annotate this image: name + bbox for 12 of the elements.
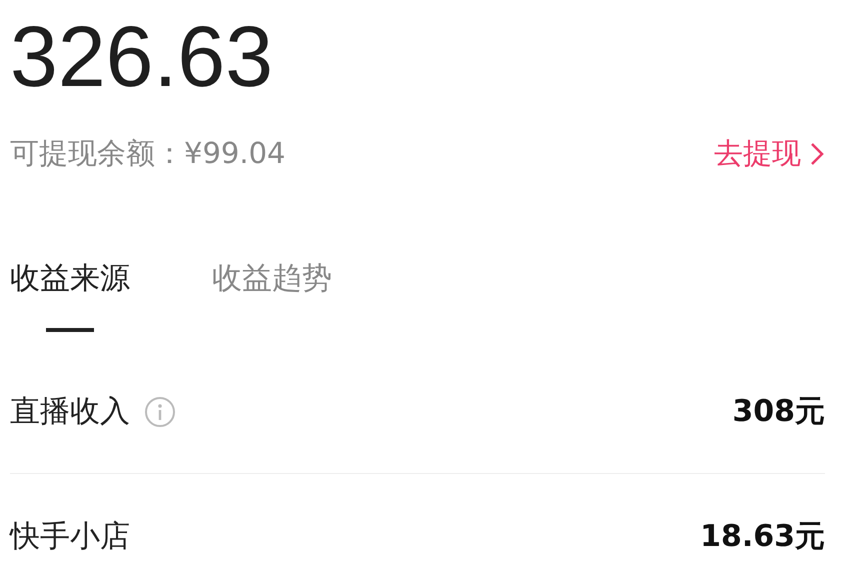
chevron-right-icon xyxy=(809,141,825,167)
withdraw-link[interactable]: 去提现 xyxy=(714,132,825,176)
tab[interactable]: 收益趋势 xyxy=(212,238,332,318)
withdrawable-balance: 可提现余额：¥99.04 xyxy=(10,135,286,172)
row-value: 18.63元 xyxy=(700,518,825,556)
balance-total: 326.63 xyxy=(10,8,274,107)
tab-indicator xyxy=(46,328,94,332)
row-value: 308元 xyxy=(732,393,825,431)
info-icon[interactable] xyxy=(144,396,176,428)
row-label: 直播收入 xyxy=(10,393,130,431)
tab[interactable]: 收益来源 xyxy=(10,238,130,318)
row-label: 快手小店 xyxy=(10,518,130,556)
